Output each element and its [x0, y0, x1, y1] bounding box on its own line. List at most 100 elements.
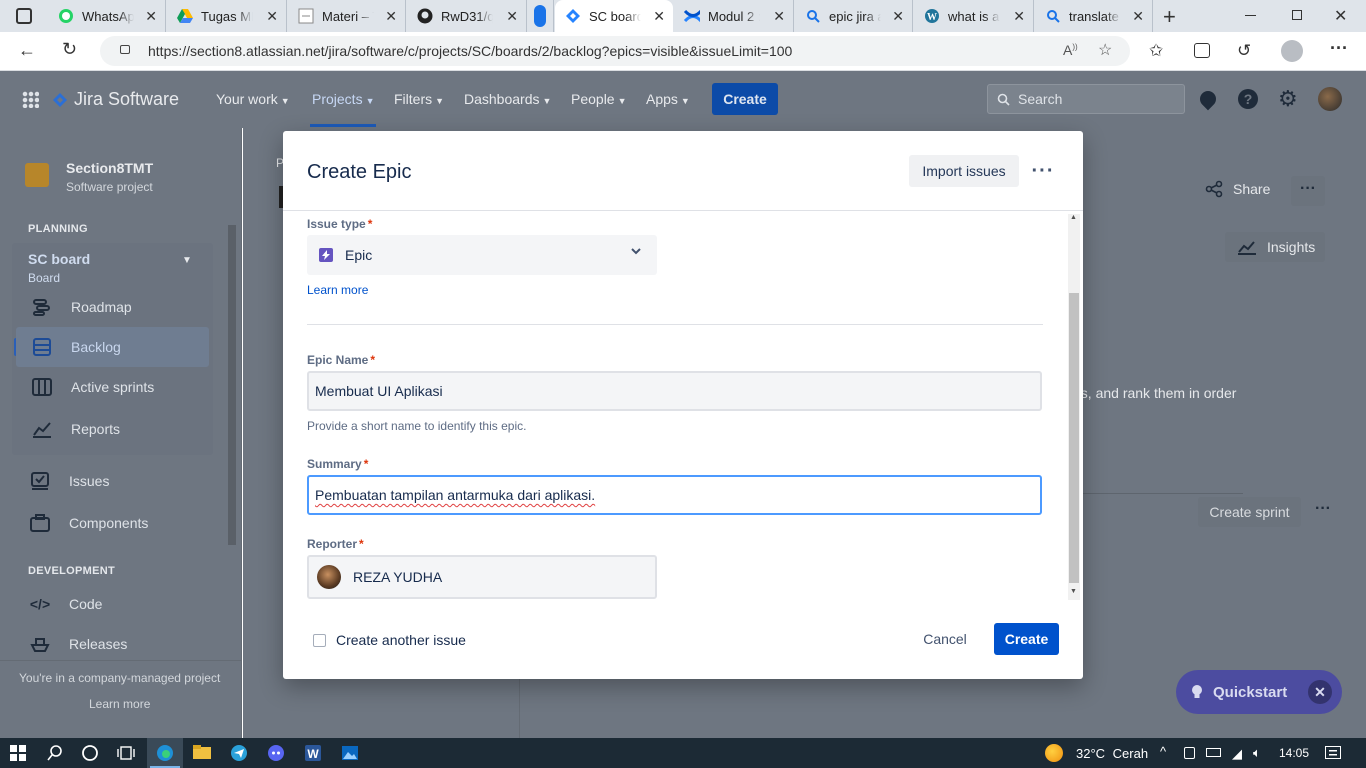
close-tab-icon[interactable]: ✕ [145, 9, 157, 23]
close-tab-icon[interactable]: ✕ [892, 9, 904, 23]
sidebar-scrollbar[interactable] [226, 213, 238, 658]
nav-filters[interactable]: Filters ▼ [394, 91, 444, 107]
nav-people[interactable]: People ▼ [571, 91, 627, 107]
refresh-icon[interactable]: ↻ [62, 39, 77, 60]
nav-search-input[interactable]: Search [987, 84, 1185, 114]
search-icon[interactable] [46, 744, 64, 762]
sprint-more-icon[interactable]: ··· [1315, 500, 1331, 518]
new-tab-icon[interactable]: + [1163, 4, 1176, 30]
dialog-scroll-thumb[interactable] [1069, 293, 1079, 583]
browser-tab[interactable]: Tugas MP ✕ [167, 0, 287, 32]
profile-icon[interactable] [1281, 40, 1303, 62]
close-tab-icon[interactable]: ✕ [506, 9, 518, 23]
board-switcher[interactable]: SC board Board ▼ [28, 251, 208, 285]
import-issues-button[interactable]: Import issues [909, 155, 1019, 187]
weather-widget[interactable]: 32°C Cerah [1076, 746, 1148, 761]
more-actions-button[interactable]: ··· [1291, 176, 1325, 206]
learn-more-link[interactable]: Learn more [307, 283, 368, 297]
task-view-icon[interactable] [117, 744, 135, 762]
sidebar-item-backlog[interactable]: Backlog [30, 338, 121, 356]
sidebar-item-components[interactable]: Components [28, 514, 148, 532]
notification-icon[interactable] [1196, 87, 1220, 111]
close-window-icon[interactable]: ✕ [1334, 6, 1347, 26]
browser-tab[interactable] [528, 0, 554, 32]
create-another-option[interactable]: Create another issue [313, 632, 466, 648]
cortana-icon[interactable] [81, 744, 99, 762]
nav-dashboards[interactable]: Dashboards ▼ [464, 91, 551, 107]
browser-tab[interactable]: Modul 2 : ✕ [674, 0, 794, 32]
scroll-up-icon[interactable]: ▲ [1070, 214, 1077, 221]
epic-name-input[interactable]: Membuat UI Aplikasi [307, 371, 1042, 411]
volume-icon[interactable]: 🔈︎ [1253, 745, 1261, 761]
weather-icon[interactable] [1045, 744, 1063, 762]
close-tab-icon[interactable]: ✕ [385, 9, 397, 23]
battery-icon[interactable] [1206, 748, 1221, 757]
sidebar-learn-more-link[interactable]: Learn more [89, 697, 150, 711]
browser-tab[interactable]: WhatsApp ✕ [48, 0, 166, 32]
create-sprint-button[interactable]: Create sprint [1198, 497, 1301, 527]
sidebar-item-active-sprints[interactable]: Active sprints [30, 378, 154, 396]
user-avatar[interactable] [1318, 87, 1342, 111]
help-icon[interactable]: ? [1238, 89, 1258, 109]
browser-tab-active[interactable]: SC board ✕ [555, 0, 673, 32]
create-another-checkbox[interactable] [313, 633, 326, 647]
share-button[interactable]: Share [1205, 180, 1270, 198]
network-icon[interactable] [1184, 747, 1195, 759]
browser-menu-icon[interactable]: ··· [1330, 38, 1348, 59]
scroll-down-icon[interactable]: ▼ [1070, 588, 1077, 595]
sidebar-item-roadmap[interactable]: Roadmap [30, 298, 132, 316]
close-tab-icon[interactable]: ✕ [1013, 9, 1025, 23]
read-aloud-icon[interactable]: A)) [1063, 42, 1078, 58]
sidebar-item-releases[interactable]: Releases [28, 636, 127, 652]
close-tab-icon[interactable]: ✕ [653, 9, 665, 23]
back-icon[interactable]: ← [18, 40, 36, 61]
history-icon[interactable]: ↺ [1237, 41, 1251, 61]
browser-tab[interactable]: RwD31/qe ✕ [407, 0, 527, 32]
nav-projects[interactable]: Projects ▼ [312, 91, 375, 107]
nav-your-work[interactable]: Your work ▼ [216, 91, 290, 107]
browser-tab[interactable]: Materi – T ✕ [288, 0, 406, 32]
add-favorite-icon[interactable]: ☆ [1098, 40, 1112, 60]
sidebar-item-issues[interactable]: Issues [28, 472, 109, 490]
clock[interactable]: 14:05 [1279, 746, 1309, 760]
app-switcher-icon[interactable] [22, 91, 39, 108]
tab-actions-icon[interactable] [16, 8, 32, 24]
create-button[interactable]: Create [994, 623, 1059, 655]
issue-type-select[interactable]: Epic [307, 235, 657, 275]
nav-create-button[interactable]: Create [712, 83, 778, 115]
file-explorer-icon[interactable] [193, 744, 211, 762]
collections-icon[interactable] [1194, 43, 1210, 58]
project-name[interactable]: Section8TMT [66, 160, 153, 176]
reporter-select[interactable]: REZA YUDHA [307, 555, 657, 599]
cancel-button[interactable]: Cancel [913, 623, 977, 655]
close-tab-icon[interactable]: ✕ [773, 9, 785, 23]
summary-input[interactable]: Pembuatan tampilan antarmuka dari aplika… [307, 475, 1042, 515]
windows-start-icon[interactable] [10, 745, 26, 761]
favorites-icon[interactable]: ✩ [1149, 41, 1163, 61]
quickstart-button[interactable]: Quickstart ✕ [1176, 670, 1342, 714]
edge-icon[interactable] [156, 744, 174, 762]
insights-button[interactable]: Insights [1225, 232, 1325, 262]
minimize-icon[interactable] [1245, 15, 1256, 16]
settings-icon[interactable]: ⚙ [1278, 86, 1298, 112]
photos-icon[interactable] [341, 744, 359, 762]
close-tab-icon[interactable]: ✕ [1132, 9, 1144, 23]
sidebar-item-reports[interactable]: Reports [30, 420, 120, 438]
restore-icon[interactable] [1292, 10, 1302, 20]
notifications-icon[interactable] [1325, 746, 1341, 759]
browser-tab[interactable]: W what is an ✕ [914, 0, 1034, 32]
jira-logo[interactable]: Jira Software [52, 89, 179, 110]
telegram-icon[interactable] [230, 744, 248, 762]
sidebar-item-code[interactable]: </> Code [28, 596, 103, 612]
browser-tab[interactable]: translate - ✕ [1035, 0, 1153, 32]
tray-chevron-up-icon[interactable]: ^ [1160, 744, 1166, 759]
discord-icon[interactable] [267, 744, 285, 762]
dialog-more-icon[interactable]: ··· [1031, 155, 1055, 187]
nav-apps[interactable]: Apps ▼ [646, 91, 690, 107]
url-field[interactable]: https://section8.atlassian.net/jira/soft… [100, 36, 1130, 66]
close-tab-icon[interactable]: ✕ [266, 9, 278, 23]
browser-tab[interactable]: epic jira a ✕ [795, 0, 913, 32]
project-avatar[interactable] [25, 163, 49, 187]
wifi-icon[interactable]: ◢ [1232, 746, 1242, 762]
close-quickstart-icon[interactable]: ✕ [1308, 680, 1332, 704]
